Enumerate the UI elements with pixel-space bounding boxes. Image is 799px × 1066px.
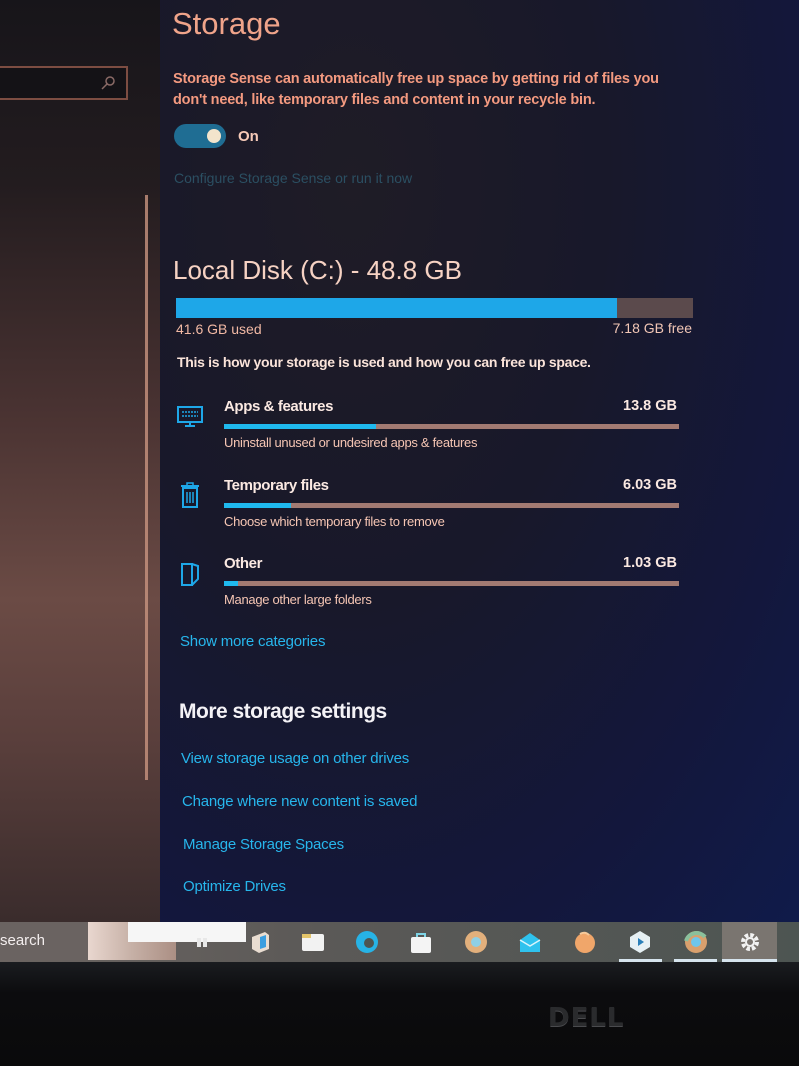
usage-note: This is how your storage is used and how…: [177, 354, 591, 370]
category-bar-fill: [224, 503, 291, 508]
monitor-bezel: [0, 962, 799, 1066]
category-bar-fill: [224, 581, 238, 586]
category-name: Apps & features: [224, 398, 334, 415]
toggle-knob: [207, 129, 221, 143]
toggle-state-label: On: [238, 128, 259, 145]
storage-page: Storage Storage Sense can automatically …: [160, 0, 799, 922]
store-icon[interactable]: [408, 929, 434, 955]
category-size: 1.03 GB: [623, 555, 677, 571]
folder-icon: [181, 563, 199, 586]
page-title: Storage: [172, 6, 281, 41]
category-other[interactable]: Other 1.03 GB Manage other large folders: [176, 555, 681, 615]
settings-nav-pane: [0, 0, 160, 922]
taskbar-search-box[interactable]: search: [0, 922, 88, 960]
disk-usage-bar: [176, 298, 693, 318]
find-setting-search-box[interactable]: [0, 66, 128, 100]
mail-icon[interactable]: [517, 929, 543, 955]
media-app-icon[interactable]: [627, 929, 653, 955]
more-storage-settings-heading: More storage settings: [179, 700, 387, 723]
office-icon[interactable]: [247, 929, 273, 955]
taskbar: search: [0, 922, 799, 962]
category-size: 13.8 GB: [623, 398, 677, 414]
category-bar-fill: [224, 424, 377, 429]
category-temporary-files[interactable]: Temporary files 6.03 GB Choose which tem…: [176, 477, 681, 537]
storage-sense-description: Storage Sense can automatically free up …: [173, 71, 659, 108]
category-size: 6.03 GB: [623, 477, 677, 493]
chrome-icon[interactable]: [463, 929, 489, 955]
category-description: Uninstall unused or undesired apps & fea…: [224, 435, 478, 450]
manage-storage-spaces-link[interactable]: Manage Storage Spaces: [183, 836, 344, 853]
storage-sense-toggle[interactable]: [174, 124, 226, 148]
edge-icon[interactable]: [354, 929, 380, 955]
nav-scrollbar[interactable]: [145, 195, 148, 780]
disk-free-label: 7.18 GB free: [612, 320, 692, 336]
category-apps-features[interactable]: Apps & features 13.8 GB Uninstall unused…: [176, 398, 681, 458]
change-save-location-link[interactable]: Change where new content is saved: [182, 793, 417, 810]
chrome-icon-2[interactable]: [683, 929, 709, 955]
disk-used-label: 41.6 GB used: [176, 321, 262, 337]
settings-icon: [741, 933, 759, 951]
configure-storage-sense-link[interactable]: Configure Storage Sense or run it now: [174, 170, 412, 186]
category-bar: [224, 424, 679, 429]
file-explorer-icon[interactable]: [300, 929, 326, 955]
disk-title: Local Disk (C:) - 48.8 GB: [173, 255, 462, 285]
category-name: Other: [224, 555, 263, 572]
category-description: Manage other large folders: [224, 592, 372, 607]
disk-usage-fill: [176, 298, 617, 318]
category-bar: [224, 581, 679, 586]
firefox-icon[interactable]: [572, 929, 598, 955]
dell-logo: DELL: [548, 1003, 625, 1033]
trash-icon: [181, 482, 199, 508]
category-description: Choose which temporary files to remove: [224, 514, 445, 529]
settings-taskbar-button[interactable]: [722, 922, 777, 962]
category-bar: [224, 503, 679, 508]
category-name: Temporary files: [224, 477, 329, 494]
search-icon: [101, 76, 115, 90]
overlay-box: [128, 922, 246, 942]
optimize-drives-link[interactable]: Optimize Drives: [183, 878, 286, 895]
view-storage-other-drives-link[interactable]: View storage usage on other drives: [181, 750, 409, 767]
monitor-icon: [177, 406, 203, 427]
show-more-categories-link[interactable]: Show more categories: [180, 633, 325, 650]
task-view-icon[interactable]: [192, 929, 218, 955]
